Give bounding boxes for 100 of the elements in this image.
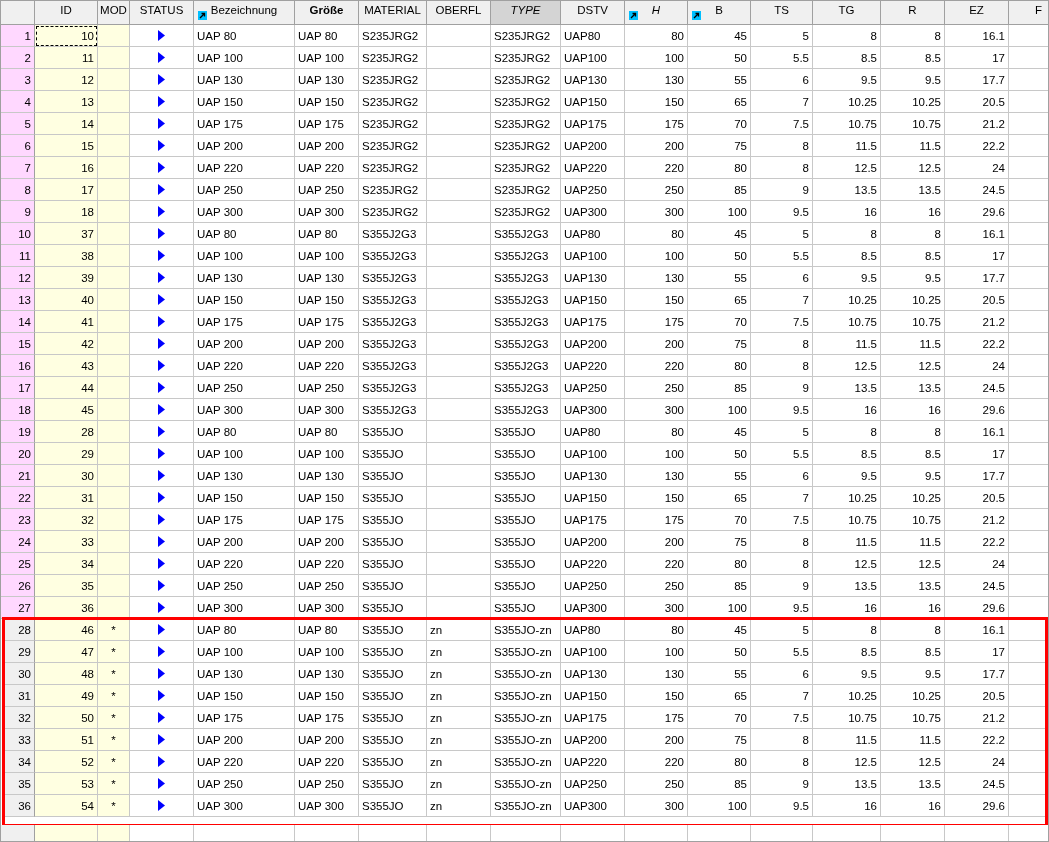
play-arrow-icon[interactable] — [158, 206, 165, 217]
row-header[interactable]: 26 — [1, 575, 35, 597]
column-header[interactable]: OBERFL — [427, 1, 491, 25]
play-arrow-icon[interactable] — [158, 52, 165, 63]
table-cell: 16.1 — [945, 25, 1009, 47]
row-header[interactable]: 14 — [1, 311, 35, 333]
play-arrow-icon[interactable] — [158, 470, 165, 481]
row-header[interactable]: 17 — [1, 377, 35, 399]
row-header[interactable]: 4 — [1, 91, 35, 113]
row-header[interactable]: 8 — [1, 179, 35, 201]
column-header[interactable]: H — [625, 1, 688, 25]
play-arrow-icon[interactable] — [158, 338, 165, 349]
row-header[interactable]: 7 — [1, 157, 35, 179]
column-header[interactable]: TYPE — [491, 1, 561, 25]
table-cell: UAP150 — [561, 289, 625, 311]
play-arrow-icon[interactable] — [158, 360, 165, 371]
row-header[interactable]: 23 — [1, 509, 35, 531]
play-arrow-icon[interactable] — [158, 162, 165, 173]
row-header[interactable]: 28 — [4, 619, 35, 641]
column-header[interactable]: R — [881, 1, 945, 25]
row-header[interactable]: 30 — [4, 663, 35, 685]
column-header[interactable]: F — [1009, 1, 1048, 25]
table-cell — [427, 575, 491, 597]
row-header[interactable]: 5 — [1, 113, 35, 135]
play-arrow-icon[interactable] — [158, 426, 165, 437]
play-arrow-icon[interactable] — [158, 580, 165, 591]
play-arrow-icon[interactable] — [158, 30, 165, 41]
play-arrow-icon[interactable] — [158, 536, 165, 547]
play-arrow-icon[interactable] — [158, 646, 165, 657]
row-header[interactable]: 31 — [4, 685, 35, 707]
column-header[interactable]: TG — [813, 1, 881, 25]
row-header[interactable]: 36 — [4, 795, 35, 817]
play-arrow-icon[interactable] — [158, 690, 165, 701]
play-arrow-icon[interactable] — [158, 118, 165, 129]
play-arrow-icon[interactable] — [158, 734, 165, 745]
row-header[interactable]: 35 — [4, 773, 35, 795]
table-cell: UAP300 — [561, 399, 625, 421]
row-header[interactable]: 21 — [1, 465, 35, 487]
play-arrow-icon[interactable] — [158, 228, 165, 239]
table-cell: UAP 220 — [194, 751, 295, 773]
row-header[interactable]: 2 — [1, 47, 35, 69]
column-header[interactable]: Größe — [295, 1, 359, 25]
row-header[interactable]: 3 — [1, 69, 35, 91]
row-header[interactable]: 19 — [1, 421, 35, 443]
play-arrow-icon[interactable] — [158, 558, 165, 569]
table-cell: 33 — [35, 531, 98, 553]
column-header[interactable]: Bezeichnung — [194, 1, 295, 25]
row-header[interactable]: 34 — [4, 751, 35, 773]
column-header[interactable]: DSTV — [561, 1, 625, 25]
row-header[interactable]: 29 — [4, 641, 35, 663]
row-header[interactable]: 6 — [1, 135, 35, 157]
table-cell: 41 — [35, 311, 98, 333]
play-arrow-icon[interactable] — [158, 778, 165, 789]
play-arrow-icon[interactable] — [158, 382, 165, 393]
play-arrow-icon[interactable] — [158, 404, 165, 415]
play-arrow-icon[interactable] — [158, 250, 165, 261]
column-header[interactable]: ID — [35, 1, 98, 25]
row-header[interactable]: 15 — [1, 333, 35, 355]
row-header[interactable]: 27 — [1, 597, 35, 619]
table-cell: 8 — [881, 25, 945, 47]
row-header[interactable]: 32 — [4, 707, 35, 729]
play-arrow-icon[interactable] — [158, 74, 165, 85]
play-arrow-icon[interactable] — [158, 712, 165, 723]
play-arrow-icon[interactable] — [158, 800, 165, 811]
play-arrow-icon[interactable] — [158, 602, 165, 613]
row-header[interactable]: 24 — [1, 531, 35, 553]
table-cell — [427, 157, 491, 179]
row-header[interactable]: 20 — [1, 443, 35, 465]
column-header[interactable]: B — [688, 1, 751, 25]
column-header[interactable]: MOD — [98, 1, 130, 25]
row-header[interactable]: 13 — [1, 289, 35, 311]
play-arrow-icon[interactable] — [158, 492, 165, 503]
play-arrow-icon[interactable] — [158, 624, 165, 635]
play-arrow-icon[interactable] — [158, 294, 165, 305]
play-arrow-icon[interactable] — [158, 668, 165, 679]
play-arrow-icon[interactable] — [158, 184, 165, 195]
row-header[interactable]: 22 — [1, 487, 35, 509]
row-header[interactable]: 25 — [1, 553, 35, 575]
column-header[interactable]: STATUS — [130, 1, 194, 25]
column-header[interactable]: EZ — [945, 1, 1009, 25]
play-arrow-icon[interactable] — [158, 756, 165, 767]
row-header[interactable]: 16 — [1, 355, 35, 377]
row-header[interactable]: 9 — [1, 201, 35, 223]
play-arrow-icon[interactable] — [158, 272, 165, 283]
table-cell — [945, 825, 1009, 841]
column-header[interactable]: TS — [751, 1, 813, 25]
column-header[interactable]: MATERIAL — [359, 1, 427, 25]
play-arrow-icon[interactable] — [158, 96, 165, 107]
play-arrow-icon[interactable] — [158, 140, 165, 151]
row-header[interactable]: 12 — [1, 267, 35, 289]
row-header[interactable]: 18 — [1, 399, 35, 421]
row-header[interactable]: 10 — [1, 223, 35, 245]
row-header[interactable]: 33 — [4, 729, 35, 751]
row-header[interactable]: 11 — [1, 245, 35, 267]
play-arrow-icon[interactable] — [158, 514, 165, 525]
play-arrow-icon[interactable] — [158, 448, 165, 459]
play-arrow-icon[interactable] — [158, 316, 165, 327]
table-cell: UAP 80 — [194, 619, 295, 641]
table-cell — [427, 25, 491, 47]
row-header[interactable]: 1 — [1, 25, 35, 47]
